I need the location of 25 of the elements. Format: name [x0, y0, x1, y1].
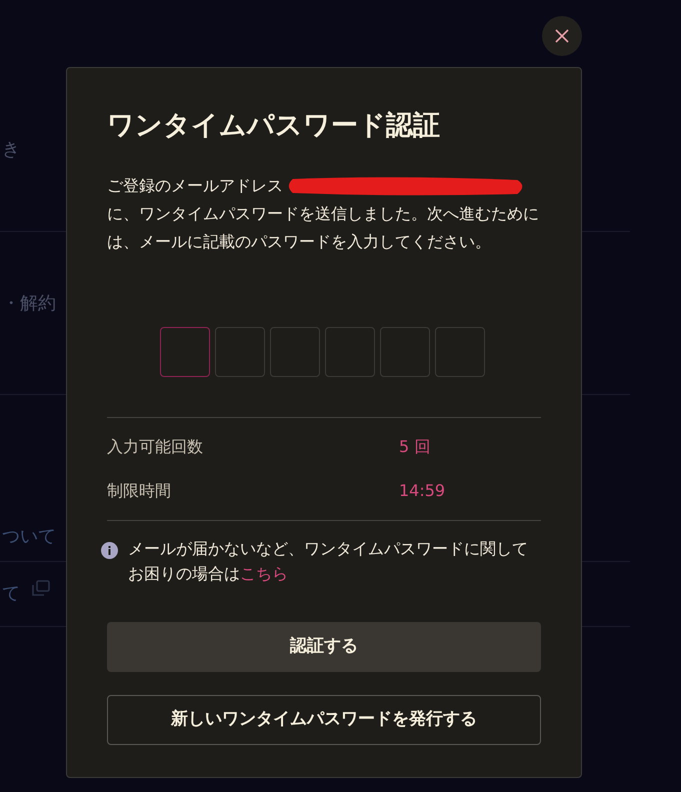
message-text: ご登録のメールアドレス — [107, 175, 283, 197]
help-link[interactable]: こちら — [240, 564, 288, 583]
code-digit-field[interactable] — [160, 327, 210, 377]
info-label: 制限時間 — [107, 480, 172, 502]
verify-button[interactable]: 認証する — [107, 622, 541, 672]
message-text: に、ワンタイムパスワードを送信しました。次へ進むためには、メールに記載のパスワードを入力してください。 — [107, 203, 540, 253]
background-text: ・解約 — [2, 292, 56, 316]
code-digit-field[interactable] — [215, 327, 265, 377]
background-text: ついて — [2, 525, 56, 549]
code-digit-field[interactable] — [270, 327, 320, 377]
external-window-icon — [32, 580, 50, 596]
help-text: メールが届かないなど、ワンタイムパスワードに関してお困りの場合はこちら — [128, 538, 529, 585]
background-text: き — [2, 138, 20, 162]
code-digit-field[interactable] — [435, 327, 485, 377]
info-value: 5 回 — [399, 436, 430, 458]
info-icon — [101, 542, 118, 559]
code-digit-field[interactable] — [325, 327, 375, 377]
info-value: 14:59 — [399, 480, 446, 502]
code-digit-field[interactable] — [380, 327, 430, 377]
info-label: 入力可能回数 — [107, 436, 204, 458]
background-text: て — [2, 582, 20, 606]
dialog-title: ワンタイムパスワード認証 — [107, 109, 441, 143]
close-icon — [555, 29, 569, 43]
resend-button[interactable]: 新しいワンタイムパスワードを発行する — [107, 695, 541, 745]
close-button[interactable] — [542, 16, 582, 56]
